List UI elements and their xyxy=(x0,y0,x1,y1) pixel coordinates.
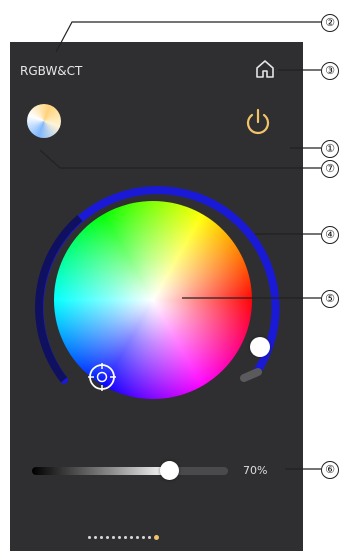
page-dot[interactable] xyxy=(130,535,133,539)
ring-handle[interactable] xyxy=(250,337,270,357)
page-dot[interactable] xyxy=(154,534,159,540)
page-dot[interactable] xyxy=(94,535,97,539)
page-dot[interactable] xyxy=(148,535,151,539)
page-dot[interactable] xyxy=(124,535,127,539)
callout-3: ③ xyxy=(321,62,339,80)
callout-4: ④ xyxy=(321,226,339,244)
page-dot[interactable] xyxy=(100,535,103,539)
callout-6: ⑥ xyxy=(321,461,339,479)
brightness-slider-thumb[interactable] xyxy=(160,461,179,480)
brightness-value: 70% xyxy=(243,464,268,477)
page-dot[interactable] xyxy=(118,535,121,539)
page-dot[interactable] xyxy=(88,535,91,539)
callout-1: ① xyxy=(321,140,339,158)
page-dot[interactable] xyxy=(136,535,139,539)
page-dot[interactable] xyxy=(106,535,109,539)
crosshair-icon[interactable] xyxy=(87,362,117,392)
page-dot[interactable] xyxy=(142,535,145,539)
color-wheel[interactable] xyxy=(54,201,252,399)
callout-2: ② xyxy=(321,14,339,32)
page-dot[interactable] xyxy=(112,535,115,539)
ring-inactive-arc xyxy=(240,368,262,382)
brightness-slider[interactable] xyxy=(32,467,228,475)
page-indicator[interactable] xyxy=(88,534,159,540)
callout-5: ⑤ xyxy=(321,290,339,308)
callout-7: ⑦ xyxy=(321,160,339,178)
